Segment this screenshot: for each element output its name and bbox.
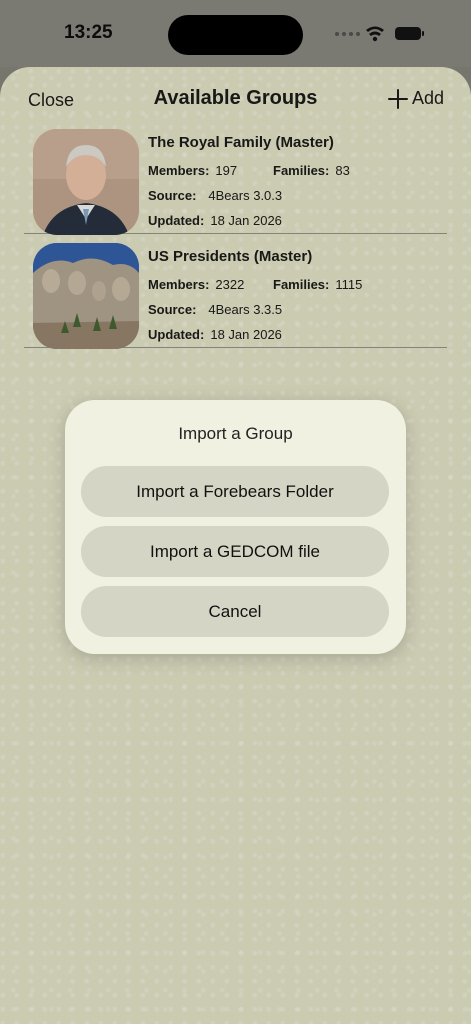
import-dialog: Import a Group Import a Forebears Folder… bbox=[65, 400, 406, 654]
battery-icon bbox=[395, 27, 424, 40]
status-time: 13:25 bbox=[64, 22, 113, 43]
signal-icon bbox=[335, 32, 360, 36]
dialog-title: Import a Group bbox=[178, 424, 293, 443]
dynamic-island bbox=[168, 15, 303, 55]
import-forebears-folder-button[interactable]: Import a Forebears Folder bbox=[81, 466, 389, 517]
import-gedcom-button[interactable]: Import a GEDCOM file bbox=[81, 526, 389, 577]
cancel-button[interactable]: Cancel bbox=[81, 586, 389, 637]
wifi-icon bbox=[366, 26, 384, 42]
status-icons bbox=[334, 24, 434, 44]
status-bar: 13:25 bbox=[0, 0, 471, 66]
